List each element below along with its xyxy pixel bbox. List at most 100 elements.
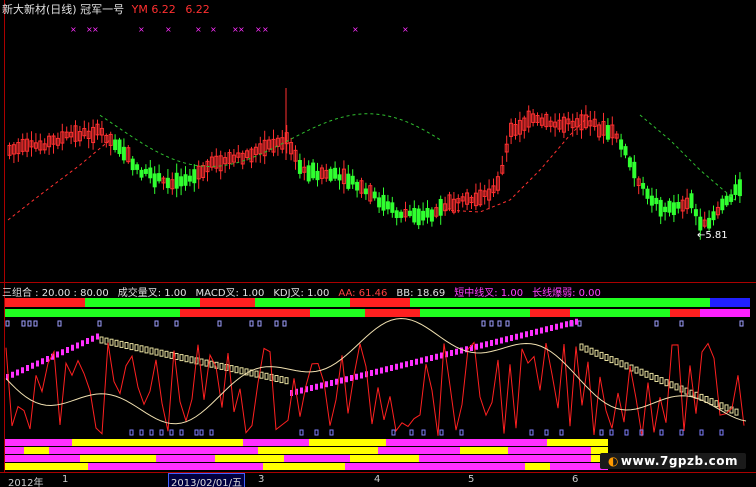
indicator-bar	[76, 342, 79, 349]
indicator-bar	[209, 360, 214, 368]
candle-body	[658, 199, 663, 217]
signal-box	[544, 429, 549, 436]
indicator-bar	[609, 356, 614, 364]
indicator-bar	[734, 408, 739, 416]
indicator-legend-item: 长线爆弱: 0.00	[532, 288, 601, 299]
indicator-bar	[575, 318, 578, 325]
candle-body	[399, 211, 404, 218]
signal-box	[421, 429, 426, 436]
indicator-pane[interactable]: 三组合 : 20.00 : 80.00 成交量叉: 1.00 MACD叉: 1.00…	[0, 282, 756, 438]
axis-label-month-1: 1	[62, 474, 69, 485]
indicator-bar	[525, 331, 528, 338]
indicator-bar	[320, 382, 323, 389]
indicator-bar	[669, 381, 674, 389]
signal-box	[489, 320, 494, 327]
signal-strip-segment	[590, 298, 680, 307]
signal-strip-segment	[670, 309, 700, 317]
signal-marker: ×	[238, 25, 245, 34]
indicator-bar	[149, 347, 154, 355]
candle-body	[315, 170, 320, 181]
indicator-legend-item: MACD叉: 1.00	[195, 288, 265, 299]
candlestick-chart[interactable]: × × × × × × × × × × × × ×	[0, 0, 756, 282]
axis-label-month-6: 6	[572, 474, 579, 485]
signal-bar-segment	[49, 447, 71, 454]
indicator-bar	[475, 343, 478, 350]
indicator-bar	[634, 366, 639, 374]
indicator-chart[interactable]	[0, 282, 756, 438]
time-axis[interactable]: 2012年 1 2013/02/01/五 3 4 5 6	[0, 472, 756, 487]
signal-bar-segment	[143, 447, 223, 454]
indicator-bar	[154, 348, 159, 356]
signal-bar-segment	[503, 439, 547, 446]
signal-box	[497, 320, 502, 327]
signal-box	[299, 429, 304, 436]
candle-body	[698, 216, 703, 231]
candle-body	[113, 139, 118, 151]
signal-marker: ×	[92, 25, 99, 34]
indicator-legend-item: AA: 61.46	[338, 288, 388, 299]
signal-strip-segment	[200, 298, 255, 307]
indicator-bar	[11, 371, 14, 378]
signal-box	[577, 320, 582, 327]
signal-box	[599, 429, 604, 436]
signal-bar-segment	[334, 439, 386, 446]
candle-body	[297, 160, 302, 174]
candle-body	[720, 198, 725, 211]
indicator-bar	[619, 360, 624, 368]
indicator-name: 冠军一号	[80, 3, 125, 16]
signal-marker: ×	[210, 25, 217, 34]
candle-body	[183, 174, 188, 186]
signal-bar-segment	[143, 439, 222, 446]
signal-box	[217, 320, 222, 327]
indicator-bar	[560, 322, 563, 329]
ym-value-1: 6.22	[151, 3, 176, 16]
signal-bar-segment	[5, 439, 72, 446]
indicator-legend-item: 成交量叉: 1.00	[117, 288, 187, 299]
indicator-bar	[335, 378, 338, 385]
indicator-bar	[284, 377, 289, 385]
signal-box	[21, 320, 26, 327]
indicator-bar	[390, 365, 393, 371]
indicator-bar	[714, 400, 719, 408]
candle-body	[179, 176, 184, 187]
indicator-bar	[589, 347, 594, 355]
candle-body	[157, 173, 162, 182]
signal-bar-segment	[460, 447, 508, 454]
signal-bar-segment	[435, 463, 509, 470]
signal-box	[33, 320, 38, 327]
candle-body	[139, 169, 144, 178]
price-pane[interactable]: × × × × × × × × × × × × × 新大新材(日线) 冠军一号 YM 6.22 6.22…	[0, 0, 756, 282]
indicator-bar	[435, 353, 438, 360]
indicator-bar	[490, 340, 493, 346]
signal-bar-segment	[5, 463, 48, 470]
signal-box	[97, 320, 102, 327]
indicator-bar	[360, 372, 363, 379]
candle-body	[667, 200, 672, 213]
signal-bar-segment	[5, 447, 24, 454]
candle-body	[192, 169, 197, 184]
candle-body	[407, 210, 412, 217]
signal-strip-segment	[680, 298, 710, 307]
candle-body	[416, 208, 421, 226]
indicator-bar	[565, 321, 568, 328]
indicator-legend-item: KDJ叉: 1.00	[273, 288, 330, 299]
indicator-bar	[500, 337, 503, 344]
signal-box	[194, 429, 199, 436]
candle-body	[148, 167, 153, 179]
candle-body	[143, 168, 148, 174]
signal-marker: ×	[255, 25, 262, 34]
signal-bar-segment	[24, 447, 49, 454]
indicator-bar	[624, 362, 629, 370]
signal-bar-segment	[72, 439, 143, 446]
signal-bar-segment	[138, 463, 215, 470]
indicator-bar	[264, 372, 269, 380]
ma-dashed-red-left	[7, 139, 111, 221]
signal-bar-segment	[345, 463, 401, 470]
indicator-bar	[570, 320, 573, 326]
signal-box	[409, 429, 414, 436]
indicator-bar	[189, 356, 194, 364]
candle-body	[306, 165, 311, 182]
candle-body	[707, 217, 712, 229]
indicator-bar	[380, 367, 383, 374]
ym-value-2: 6.22	[185, 3, 210, 16]
